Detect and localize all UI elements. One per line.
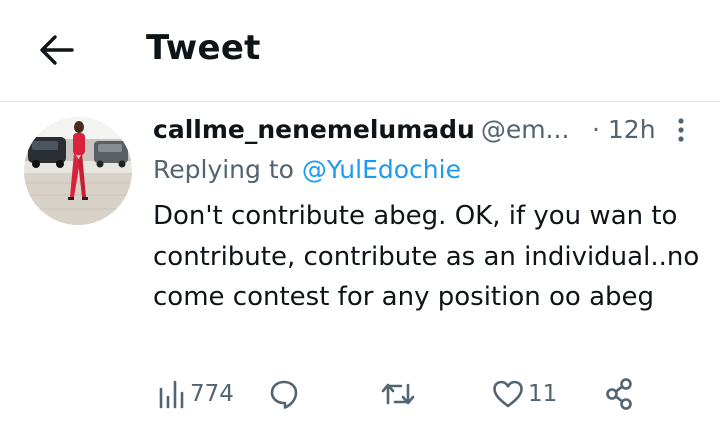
more-vertical-icon bbox=[678, 118, 684, 142]
top-bar: Tweet bbox=[0, 0, 720, 102]
tweet-header: callme_nenemelumadu @em... · 12h bbox=[153, 112, 698, 148]
more-options-button[interactable] bbox=[671, 116, 691, 144]
reply-button[interactable] bbox=[268, 370, 300, 418]
action-bar: 774 11 bbox=[0, 370, 720, 418]
avatar-photo bbox=[24, 117, 132, 225]
views-button[interactable]: 774 bbox=[158, 370, 234, 418]
replying-to-link[interactable]: @YulEdochie bbox=[302, 155, 461, 184]
views-chart-icon bbox=[159, 380, 184, 409]
tweet-timestamp[interactable]: · 12h bbox=[592, 112, 656, 148]
back-button[interactable] bbox=[36, 30, 76, 70]
replying-to: Replying to @YulEdochie bbox=[153, 152, 461, 188]
arrow-left-icon bbox=[40, 35, 74, 65]
share-button[interactable] bbox=[604, 370, 636, 418]
like-button[interactable]: 11 bbox=[492, 370, 557, 418]
views-count: 774 bbox=[190, 381, 234, 407]
page-title: Tweet bbox=[146, 28, 261, 68]
retweet-icon bbox=[381, 383, 415, 405]
tweet-text: Don't contribute abeg. OK, if you wan to… bbox=[153, 201, 700, 312]
reply-bubble-icon bbox=[270, 380, 298, 409]
retweet-button[interactable] bbox=[380, 370, 416, 418]
author-handle[interactable]: @em... bbox=[481, 115, 570, 144]
like-count: 11 bbox=[528, 381, 558, 407]
author-name[interactable]: callme_nenemelumadu bbox=[153, 115, 475, 144]
replying-to-label: Replying to bbox=[153, 155, 302, 184]
share-icon bbox=[606, 378, 632, 410]
heart-icon bbox=[493, 380, 523, 408]
avatar[interactable] bbox=[24, 117, 132, 225]
